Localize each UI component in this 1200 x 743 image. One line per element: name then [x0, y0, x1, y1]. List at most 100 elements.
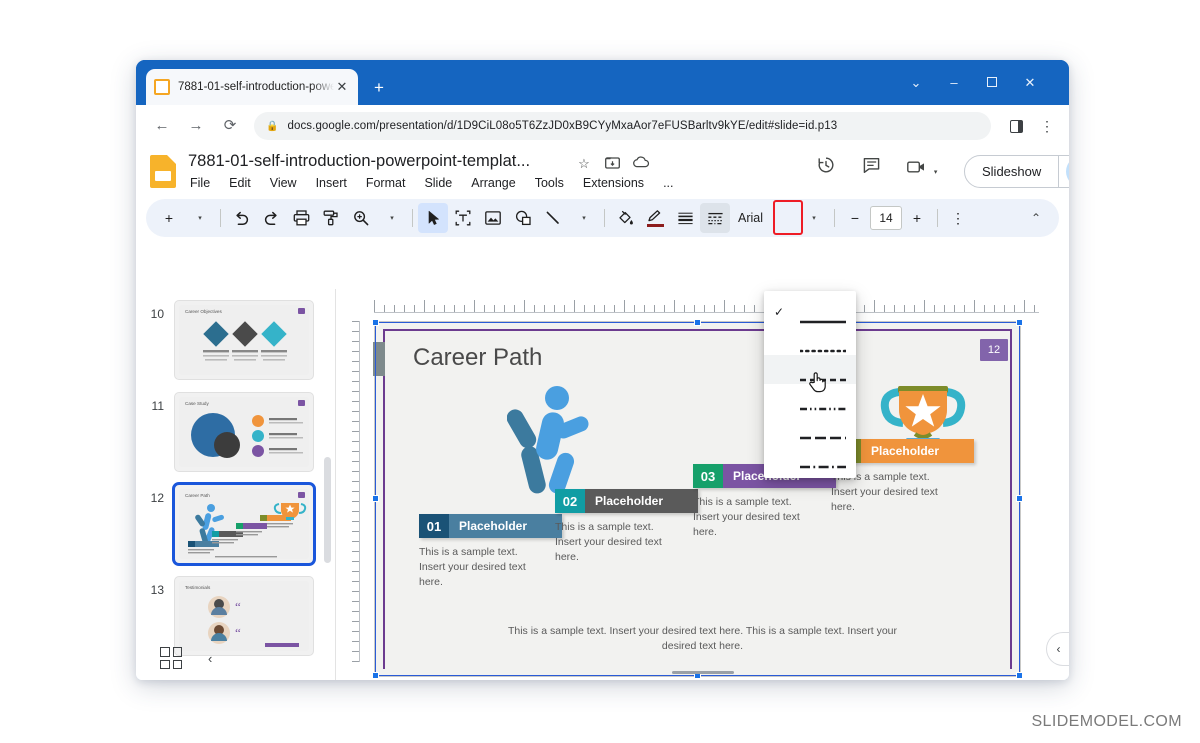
filmstrip-scrollbar[interactable] [324, 457, 331, 563]
line-style-option-long-dash[interactable] [764, 413, 856, 442]
filmstrip-slide-12[interactable]: 12 Career Path [136, 478, 335, 570]
line-style-option-dashed[interactable] [764, 355, 856, 384]
paint-roller-icon [323, 210, 338, 226]
version-history-icon[interactable] [811, 155, 841, 185]
menu-item-arrange[interactable]: Arrange [469, 175, 517, 191]
minimize-icon[interactable]: – [937, 70, 971, 96]
slide-caption[interactable]: This is a sample text. Insert your desir… [505, 624, 900, 654]
border-weight-button[interactable] [670, 203, 700, 233]
menu-item-file[interactable]: File [188, 175, 212, 191]
new-slide-button[interactable]: + [154, 203, 184, 233]
undo-button[interactable] [226, 203, 256, 233]
menu-item-slide[interactable]: Slide [422, 175, 454, 191]
step-01[interactable]: 01 Placeholder This is a sample text. In… [419, 514, 562, 591]
menu-item-extensions[interactable]: Extensions [581, 175, 646, 191]
paint-format-button[interactable] [316, 203, 346, 233]
forward-icon[interactable]: → [182, 112, 210, 140]
menu-item-view[interactable]: View [268, 175, 299, 191]
resize-handle-top-center[interactable] [693, 319, 701, 326]
slide-filmstrip[interactable]: 10 Career Objectives 11 Case Study 12 Ca… [136, 289, 336, 680]
font-size-input[interactable]: 14 [870, 206, 902, 230]
resize-handle-middle-right[interactable] [1016, 495, 1023, 502]
browser-tab[interactable]: 7881-01-self-introduction-power ✕ [146, 69, 358, 105]
address-bar[interactable]: 🔒 docs.google.com/presentation/d/1D9CiL0… [254, 112, 991, 140]
slide-title[interactable]: Career Path [413, 344, 542, 372]
border-color-button[interactable] [640, 203, 670, 233]
slide-thumbnail[interactable]: Career Objectives [174, 300, 314, 380]
cloud-glyph [632, 156, 649, 168]
redo-button[interactable] [256, 203, 286, 233]
toolbar-collapse-button[interactable]: ⌃ [1021, 203, 1051, 233]
font-family-caret-icon[interactable]: ▾ [799, 203, 829, 233]
menu-item-format[interactable]: Format [364, 175, 408, 191]
line-style-option-dash-dot[interactable] [764, 442, 856, 471]
slideshow-button[interactable]: Slideshow ▾ [964, 155, 1069, 188]
insert-shape-button[interactable] [508, 203, 538, 233]
speaker-notes-handle[interactable] [671, 671, 734, 674]
resize-handle-middle-left[interactable] [372, 495, 379, 502]
line-style-dropdown-menu[interactable]: ✓ [764, 291, 856, 478]
border-dash-button[interactable] [700, 203, 730, 233]
increase-font-size-button[interactable]: + [902, 203, 932, 233]
panel-collapse-button[interactable]: ‹ [1046, 632, 1069, 666]
more-options-button[interactable]: ⋮ [943, 203, 973, 233]
meet-icon[interactable]: ▾ [903, 155, 941, 185]
slide-number: 10 [150, 307, 164, 321]
slide-right-accent-line [1010, 329, 1012, 669]
grid-view-icon[interactable] [160, 647, 182, 669]
insert-image-button[interactable] [478, 203, 508, 233]
menu-item-edit[interactable]: Edit [227, 175, 253, 191]
step-label: Placeholder [449, 514, 562, 538]
font-family-selector[interactable]: Arial [730, 211, 798, 225]
new-tab-button[interactable]: + [368, 77, 390, 99]
zoom-caret-icon[interactable]: ▾ [377, 203, 407, 233]
filmstrip-slide-10[interactable]: 10 Career Objectives [136, 294, 335, 386]
pencil-icon [648, 209, 661, 221]
line-style-option-dotted[interactable] [764, 326, 856, 355]
print-button[interactable] [286, 203, 316, 233]
close-icon[interactable]: ✕ [334, 79, 350, 95]
filmstrip-collapse-icon[interactable]: ‹ [208, 651, 212, 666]
text-box-button[interactable] [448, 203, 478, 233]
window-close-icon[interactable]: ✕ [1013, 70, 1047, 96]
slide-thumbnail-selected[interactable]: Career Path [172, 482, 316, 566]
thumbnail-graphic [203, 321, 287, 361]
filmstrip-slide-11[interactable]: 11 Case Study [136, 386, 335, 478]
zoom-button[interactable] [346, 203, 376, 233]
resize-handle-bottom-left[interactable] [372, 672, 379, 679]
menu-item-overflow[interactable]: ... [661, 175, 675, 191]
slide-thumbnail[interactable]: Case Study [174, 392, 314, 472]
slide-canvas[interactable]: Career Path 12 01 Placeholder This is a … [372, 319, 1023, 679]
star-icon[interactable]: ☆ [573, 156, 595, 176]
cursor-arrow-icon [428, 210, 439, 225]
side-panel-icon[interactable] [1003, 113, 1029, 139]
comment-icon[interactable] [856, 155, 886, 185]
meet-caret-icon[interactable]: ▾ [934, 169, 938, 176]
insert-line-button[interactable] [538, 203, 568, 233]
menu-item-tools[interactable]: Tools [533, 175, 566, 191]
step-bar[interactable]: 02 Placeholder [555, 489, 698, 513]
line-style-option-dash-dot-dot[interactable] [764, 384, 856, 413]
cloud-saved-icon[interactable] [630, 156, 652, 176]
back-icon[interactable]: ← [148, 112, 176, 140]
browser-menu-icon[interactable]: ⋮ [1035, 114, 1059, 138]
reload-icon[interactable]: ⟳ [216, 112, 244, 140]
resize-handle-top-left[interactable] [372, 319, 379, 326]
fill-color-button[interactable] [610, 203, 640, 233]
menu-item-insert[interactable]: Insert [314, 175, 349, 191]
resize-handle-top-right[interactable] [1016, 319, 1023, 326]
line-caret-icon[interactable]: ▾ [569, 203, 599, 233]
step-02[interactable]: 02 Placeholder This is a sample text. In… [555, 489, 698, 566]
new-slide-caret-icon[interactable]: ▾ [185, 203, 215, 233]
resize-handle-bottom-right[interactable] [1016, 672, 1023, 679]
page-title[interactable]: 7881-01-self-introduction-powerpoint-tem… [188, 152, 530, 171]
move-to-folder-icon[interactable] [601, 156, 623, 176]
print-icon [293, 210, 309, 226]
line-style-option-solid[interactable]: ✓ [764, 297, 856, 326]
select-tool-button[interactable] [418, 203, 448, 233]
step-bar[interactable]: 01 Placeholder [419, 514, 562, 538]
thumbnail-title: Testimonials [185, 585, 211, 590]
decrease-font-size-button[interactable]: − [840, 203, 870, 233]
maximize-icon[interactable] [975, 70, 1009, 96]
chevron-down-icon[interactable]: ⌄ [899, 70, 933, 96]
